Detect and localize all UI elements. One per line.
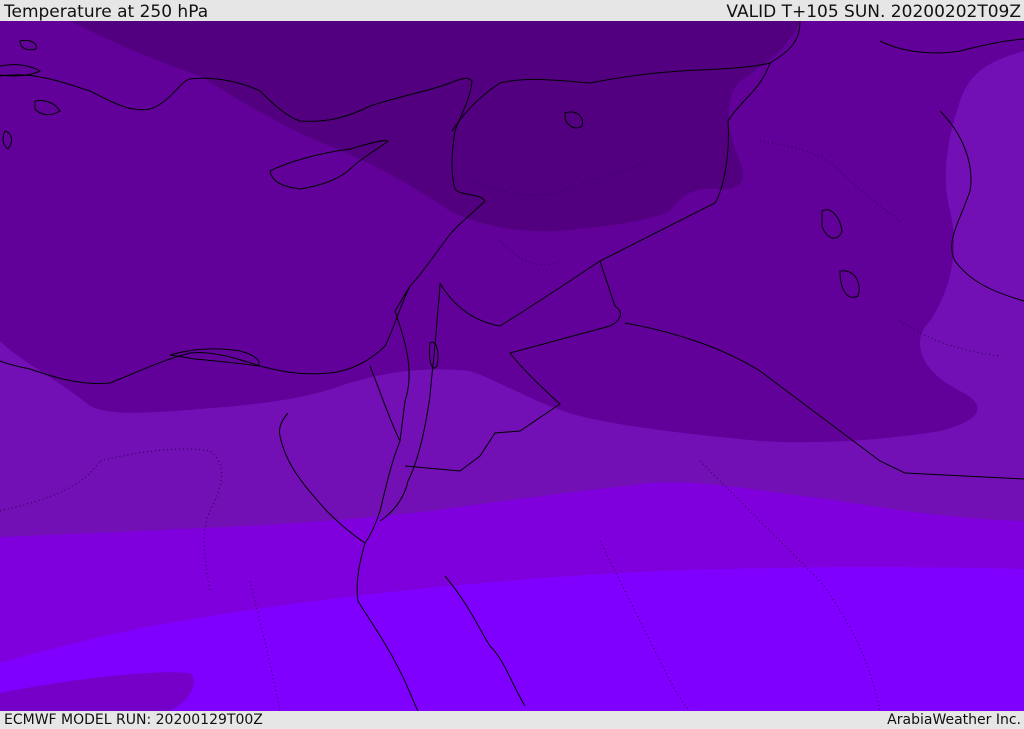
credit-text: ArabiaWeather Inc. xyxy=(887,712,1021,728)
valid-time: VALID T+105 SUN. 20200202T09Z xyxy=(726,2,1021,22)
header-bar: Temperature at 250 hPa VALID T+105 SUN. … xyxy=(0,0,1024,21)
map-title: Temperature at 250 hPa xyxy=(4,2,209,22)
footer-bar: ECMWF MODEL RUN: 20200129T00Z ArabiaWeat… xyxy=(0,711,1024,729)
model-run: ECMWF MODEL RUN: 20200129T00Z xyxy=(4,712,263,728)
temperature-map xyxy=(0,21,1024,711)
